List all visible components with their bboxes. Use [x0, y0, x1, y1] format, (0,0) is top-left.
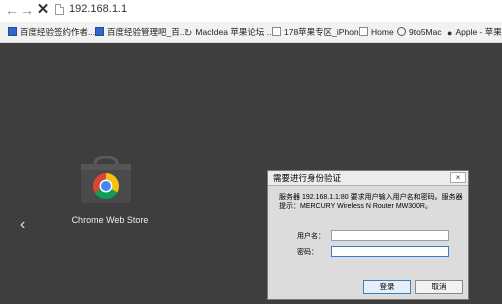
bookmark-item[interactable]: 9to5Mac: [397, 25, 442, 39]
password-label: 密码：: [297, 249, 318, 256]
bookmark-item[interactable]: 百度经验管理吧_百...: [95, 25, 187, 39]
bookmark-item[interactable]: Home: [359, 25, 394, 39]
address-url: 192.168.1.1: [69, 3, 128, 15]
stop-icon: ✕: [36, 1, 50, 18]
previous-page-arrow[interactable]: ‹: [20, 216, 25, 234]
bookmarks-bar: 百度经验签约作者... 百度经验管理吧_百... ↻ MacIdea 苹果论坛 .…: [0, 22, 502, 43]
bookmark-item[interactable]: ● Apple - 苹果: [447, 25, 502, 39]
baidu-icon: [8, 27, 17, 36]
password-field[interactable]: [331, 246, 449, 257]
address-bar[interactable]: 192.168.1.1: [52, 0, 502, 22]
back-arrow-icon: ←: [5, 2, 19, 18]
browser-toolbar: ← → ✕ 192.168.1.1: [0, 0, 502, 22]
username-field[interactable]: [331, 230, 449, 241]
login-button[interactable]: 登录: [363, 280, 411, 294]
page-icon: [55, 4, 64, 15]
apple-icon: ●: [447, 28, 453, 38]
close-button[interactable]: ×: [450, 172, 466, 183]
bookmark-item[interactable]: 百度经验签约作者...: [8, 25, 95, 39]
close-icon: ×: [455, 173, 461, 182]
app-label: Chrome Web Store: [71, 215, 149, 225]
forward-arrow-icon: →: [20, 2, 34, 18]
refresh-curl-icon: ↻: [184, 28, 193, 39]
page-icon: [272, 27, 281, 36]
auth-dialog: 需要进行身份验证 × 服务器 192.168.1.1:80 要求用户输入用户名和…: [267, 170, 469, 300]
cancel-button[interactable]: 取消: [415, 280, 463, 294]
bookmark-item[interactable]: 178苹果专区_iPhon...: [272, 25, 366, 39]
back-button[interactable]: ←: [4, 0, 20, 22]
dialog-title: 需要进行身份验证: [273, 173, 342, 183]
bookmark-item[interactable]: ↻ MacIdea 苹果论坛 ...: [184, 25, 274, 39]
forward-button[interactable]: →: [19, 0, 35, 22]
chrome-web-store-icon: [81, 156, 131, 203]
dialog-title-bar: 需要进行身份验证 ×: [268, 171, 468, 186]
page-icon: [359, 27, 368, 36]
username-label: 用户名：: [297, 233, 325, 240]
circle-icon: [397, 27, 406, 36]
stop-button[interactable]: ✕: [35, 0, 51, 22]
baidu-icon: [95, 27, 104, 36]
dialog-message: 服务器 192.168.1.1:80 要求用户输入用户名和密码。服务器提示：ME…: [279, 194, 463, 210]
